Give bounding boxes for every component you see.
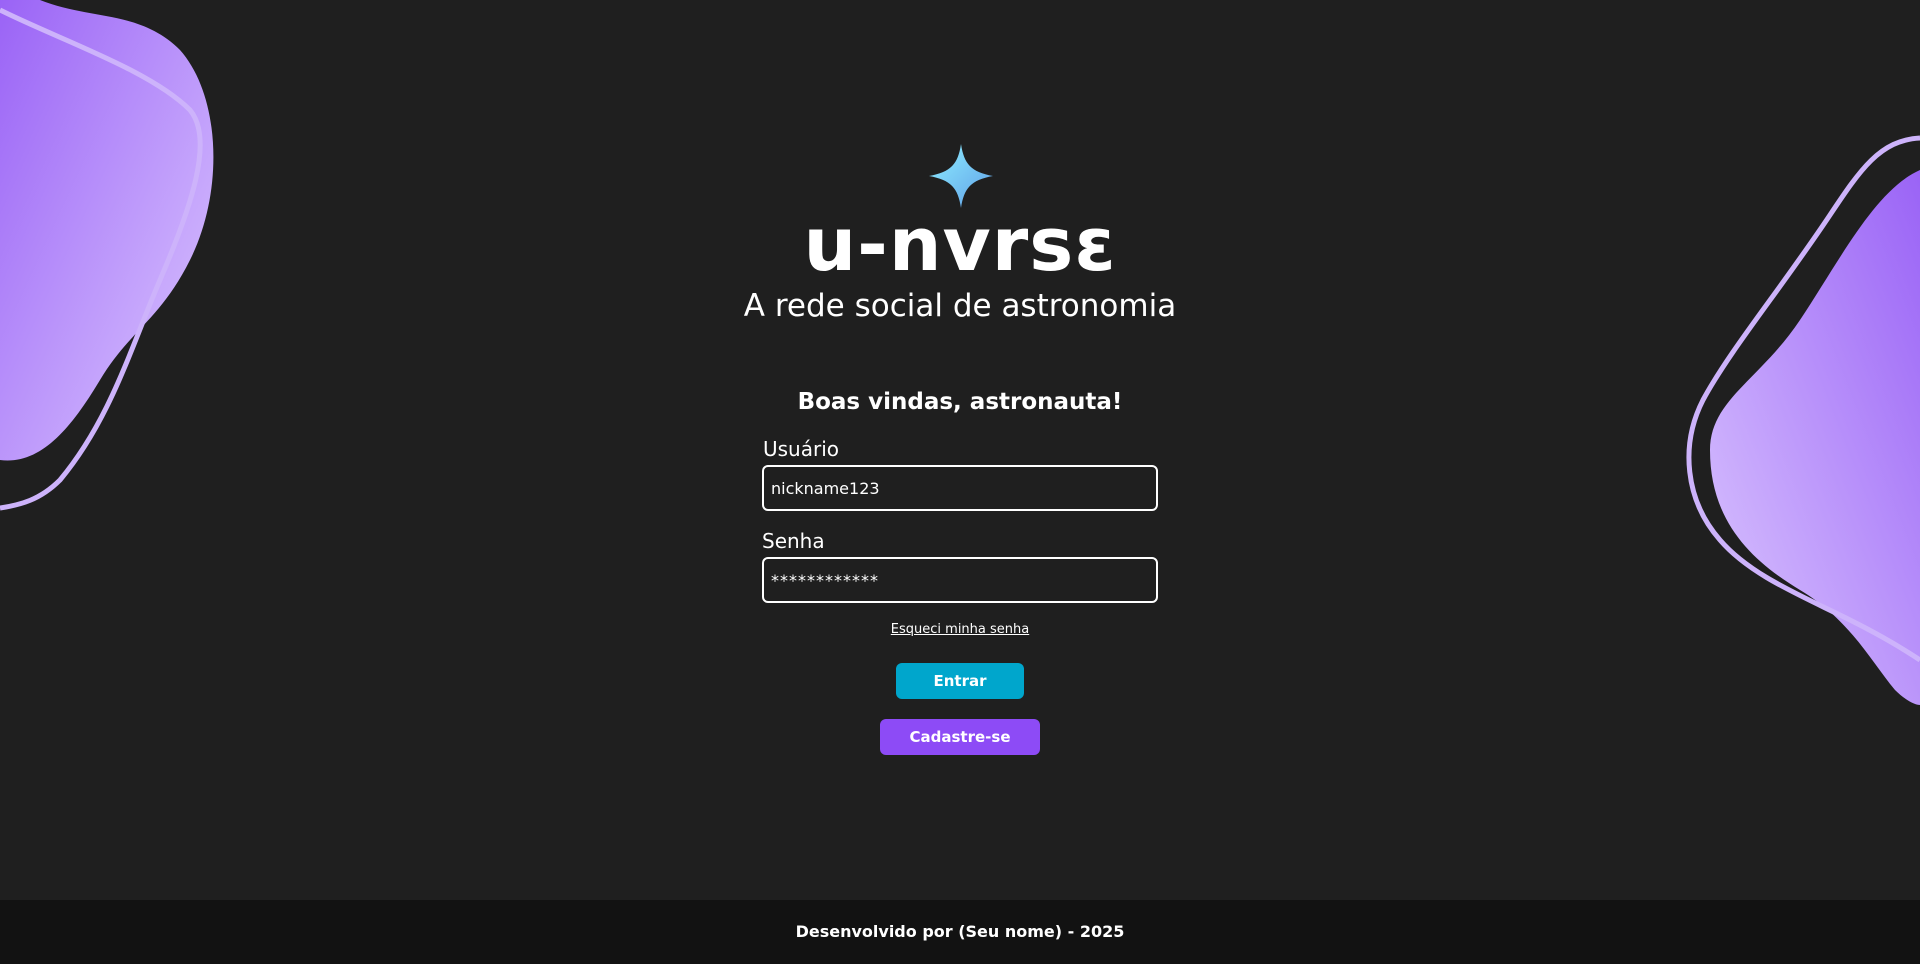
password-label: Senha <box>762 529 825 553</box>
four-point-star-icon <box>929 144 993 208</box>
signup-button[interactable]: Cadastre-se <box>880 719 1040 755</box>
forgot-password-row: Esqueci minha senha <box>0 620 1920 640</box>
login-page: u-nvrsɛ A rede social de astronomia Boas… <box>0 0 1920 964</box>
brand-logo-text: u-nvrsɛ <box>803 202 1117 288</box>
brand-tagline: A rede social de astronomia <box>743 288 1177 324</box>
login-button[interactable]: Entrar <box>896 663 1024 699</box>
password-input[interactable] <box>762 557 1158 603</box>
welcome-heading: Boas vindas, astronauta! <box>797 389 1123 415</box>
login-panel: u-nvrsɛ A rede social de astronomia Boas… <box>0 0 1920 900</box>
forgot-password-link[interactable]: Esqueci minha senha <box>891 622 1029 637</box>
footer: Desenvolvido por (Seu nome) - 2025 <box>0 900 1920 964</box>
username-input[interactable] <box>762 465 1158 511</box>
footer-text: Desenvolvido por (Seu nome) - 2025 <box>795 922 1125 941</box>
username-label: Usuário <box>763 437 840 461</box>
